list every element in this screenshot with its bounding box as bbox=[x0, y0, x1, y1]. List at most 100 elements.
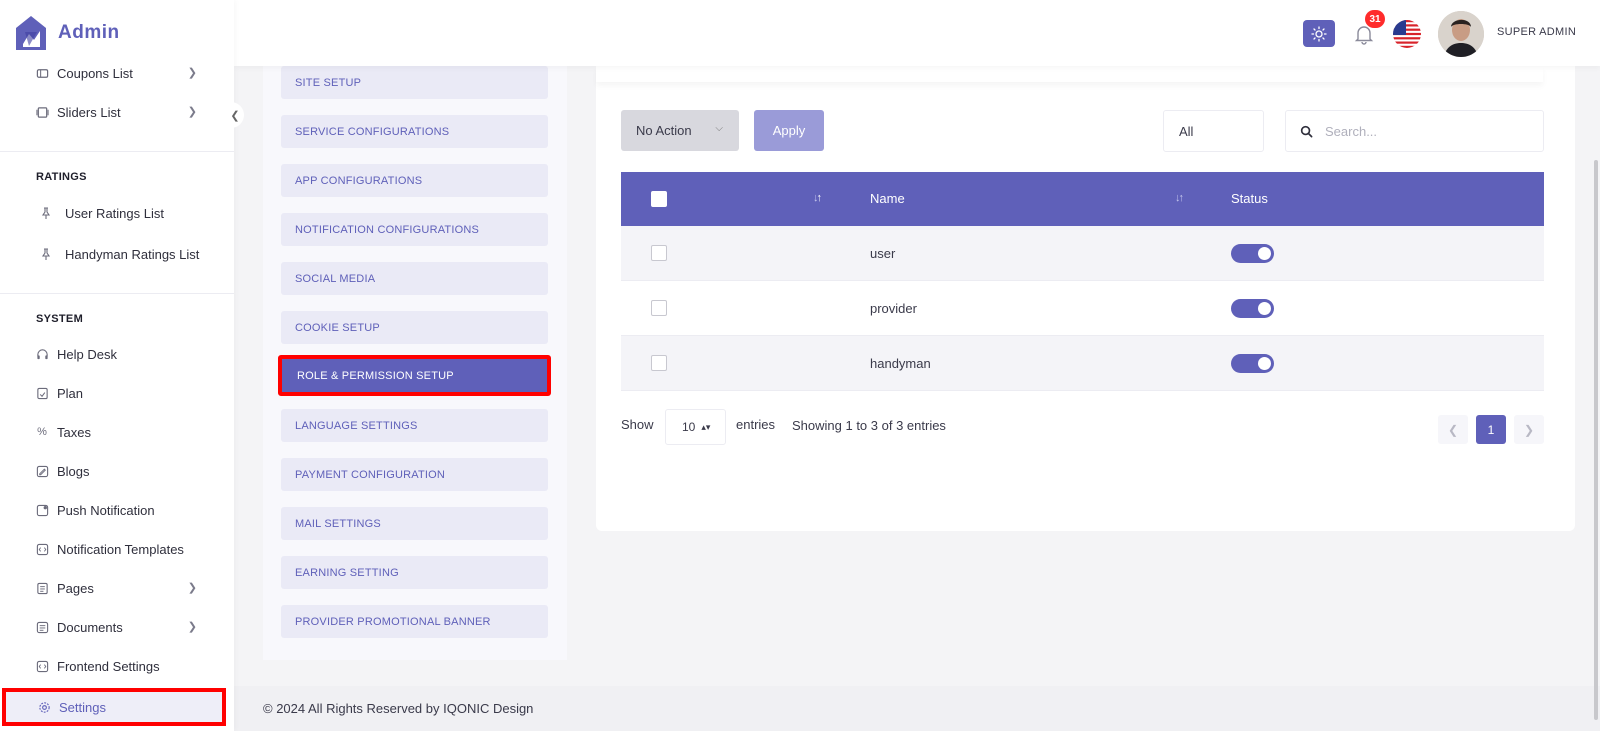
sidebar-item-label: Pages bbox=[57, 580, 94, 596]
chevron-right-icon: ❯ bbox=[187, 106, 197, 118]
coupon-icon bbox=[35, 66, 49, 80]
sidebar-item-help-desk[interactable]: Help Desk bbox=[35, 344, 205, 364]
sidebar-item-label: Taxes bbox=[57, 424, 91, 440]
status-filter-value: All bbox=[1179, 123, 1194, 139]
theme-toggle-button[interactable] bbox=[1303, 20, 1335, 47]
settings-item-payment-configuration[interactable]: PAYMENT CONFIGURATION bbox=[281, 458, 548, 491]
settings-item-app-configurations[interactable]: APP CONFIGURATIONS bbox=[281, 164, 548, 197]
chevron-left-icon: ❮ bbox=[230, 109, 240, 122]
sidebar-item-label: Settings bbox=[59, 699, 106, 715]
status-toggle[interactable] bbox=[1231, 299, 1274, 318]
logo-icon bbox=[16, 16, 46, 50]
pagination-info: Showing 1 to 3 of 3 entries bbox=[792, 418, 946, 433]
show-label: Show bbox=[621, 417, 654, 432]
settings-item-role-permission-setup[interactable]: ROLE & PERMISSION SETUP bbox=[278, 355, 551, 396]
headset-icon bbox=[35, 347, 49, 361]
page-size-select[interactable]: 10 ▴▾ bbox=[665, 409, 726, 445]
sidebar-divider bbox=[0, 151, 234, 152]
sidebar-item-handyman-ratings[interactable]: Handyman Ratings List bbox=[35, 244, 205, 264]
sort-arrows-icon: ▴▾ bbox=[701, 421, 711, 432]
settings-item-cookie-setup[interactable]: COOKIE SETUP bbox=[281, 311, 548, 344]
entries-label: entries bbox=[736, 417, 776, 432]
gear-icon bbox=[37, 700, 51, 714]
sidebar-item-blogs[interactable]: Blogs bbox=[35, 461, 205, 481]
sort-icon[interactable]: ↓↑ bbox=[1175, 192, 1184, 204]
us-flag-icon bbox=[1393, 20, 1421, 48]
page-size-value: 10 bbox=[682, 420, 696, 434]
sidebar-item-label: Help Desk bbox=[57, 346, 117, 362]
settings-item-earning-setting[interactable]: EARNING SETTING bbox=[281, 556, 548, 589]
chevron-right-icon: ❯ bbox=[187, 582, 197, 594]
sidebar-collapse-button[interactable]: ❮ bbox=[226, 102, 244, 128]
footer: © 2024 All Rights Reserved by IQONIC Des… bbox=[234, 686, 1600, 731]
sidebar-item-settings[interactable]: Settings bbox=[2, 688, 226, 726]
brand[interactable]: Admin bbox=[0, 0, 234, 66]
settings-item-mail-settings[interactable]: MAIL SETTINGS bbox=[281, 507, 548, 540]
pages-icon bbox=[35, 581, 49, 595]
sun-icon bbox=[1311, 25, 1327, 42]
table-row: handyman bbox=[621, 336, 1544, 391]
user-name[interactable]: SUPER ADMIN bbox=[1497, 26, 1576, 38]
sidebar-divider bbox=[0, 293, 234, 294]
template-icon bbox=[35, 542, 49, 556]
bulk-action-select[interactable]: No Action ⌵ bbox=[621, 110, 739, 151]
sidebar-item-label: Handyman Ratings List bbox=[65, 246, 200, 262]
document-icon bbox=[35, 620, 49, 634]
row-checkbox[interactable] bbox=[651, 245, 667, 261]
sidebar-item-push-notification[interactable]: Push Notification bbox=[35, 500, 205, 520]
language-flag-button[interactable] bbox=[1393, 20, 1421, 48]
settings-menu: SITE SETUP SERVICE CONFIGURATIONS APP CO… bbox=[263, 66, 567, 660]
table-row: provider bbox=[621, 281, 1544, 336]
sidebar-item-plan[interactable]: Plan bbox=[35, 383, 205, 403]
user-avatar[interactable] bbox=[1438, 11, 1484, 57]
row-checkbox[interactable] bbox=[651, 300, 667, 316]
sort-icon[interactable]: ↓↑ bbox=[813, 192, 822, 204]
settings-item-social-media[interactable]: SOCIAL MEDIA bbox=[281, 262, 548, 295]
sidebar-item-label: Documents bbox=[57, 619, 123, 635]
settings-item-provider-promotional-banner[interactable]: PROVIDER PROMOTIONAL BANNER bbox=[281, 605, 548, 638]
row-name: user bbox=[870, 246, 896, 261]
settings-item-notification-configurations[interactable]: NOTIFICATION CONFIGURATIONS bbox=[281, 213, 548, 246]
search-icon bbox=[1300, 125, 1313, 137]
chevron-down-icon: ⌵ bbox=[715, 123, 723, 134]
status-filter-select[interactable]: All bbox=[1163, 110, 1264, 152]
status-toggle[interactable] bbox=[1231, 354, 1274, 373]
apply-button[interactable]: Apply bbox=[754, 110, 824, 151]
brand-name: Admin bbox=[58, 22, 120, 43]
sidebar-item-frontend-settings[interactable]: Frontend Settings bbox=[35, 656, 205, 676]
push-icon bbox=[35, 503, 49, 517]
sidebar-item-coupons-list[interactable]: Coupons List ❯ bbox=[35, 63, 205, 83]
sidebar-item-user-ratings[interactable]: User Ratings List bbox=[35, 203, 205, 223]
search-box[interactable] bbox=[1285, 110, 1544, 152]
pin-icon bbox=[39, 206, 53, 220]
roles-table: ↓↑ Name ↓↑ Status user provider handyman bbox=[621, 172, 1544, 391]
sidebar-item-sliders-list[interactable]: Sliders List ❯ bbox=[35, 102, 205, 122]
page-button[interactable]: 1 bbox=[1476, 415, 1506, 444]
row-name: provider bbox=[870, 301, 917, 316]
bulk-action-value: No Action bbox=[636, 123, 692, 138]
sidebar: Coupons List ❯ Sliders List ❯ RATINGS Us… bbox=[0, 0, 234, 731]
sidebar-item-label: Notification Templates bbox=[57, 541, 184, 557]
status-toggle[interactable] bbox=[1231, 244, 1274, 263]
settings-item-site-setup[interactable]: SITE SETUP bbox=[281, 66, 548, 99]
sidebar-item-documents[interactable]: Documents ❯ bbox=[35, 617, 205, 637]
sidebar-item-settings-inner: Settings bbox=[37, 697, 207, 717]
copyright-text: © 2024 All Rights Reserved by IQONIC Des… bbox=[263, 701, 534, 716]
next-page-button[interactable]: ❯ bbox=[1514, 415, 1544, 444]
sidebar-item-pages[interactable]: Pages ❯ bbox=[35, 578, 205, 598]
notification-badge: 31 bbox=[1365, 10, 1385, 28]
settings-item-language-settings[interactable]: LANGUAGE SETTINGS bbox=[281, 409, 548, 442]
settings-item-service-configurations[interactable]: SERVICE CONFIGURATIONS bbox=[281, 115, 548, 148]
sidebar-item-label: Push Notification bbox=[57, 502, 155, 518]
sidebar-item-taxes[interactable]: % Taxes bbox=[35, 422, 205, 442]
row-checkbox[interactable] bbox=[651, 355, 667, 371]
search-input[interactable] bbox=[1325, 123, 1525, 139]
table-row: user bbox=[621, 226, 1544, 281]
page-scrollbar[interactable] bbox=[1594, 160, 1598, 720]
sidebar-item-label: Frontend Settings bbox=[57, 658, 160, 674]
sidebar-item-notification-templates[interactable]: Notification Templates bbox=[35, 539, 205, 559]
select-all-checkbox[interactable] bbox=[651, 191, 667, 207]
column-header-name[interactable]: Name bbox=[870, 191, 905, 206]
prev-page-button[interactable]: ❮ bbox=[1438, 415, 1468, 444]
chevron-right-icon: ❯ bbox=[187, 67, 197, 79]
